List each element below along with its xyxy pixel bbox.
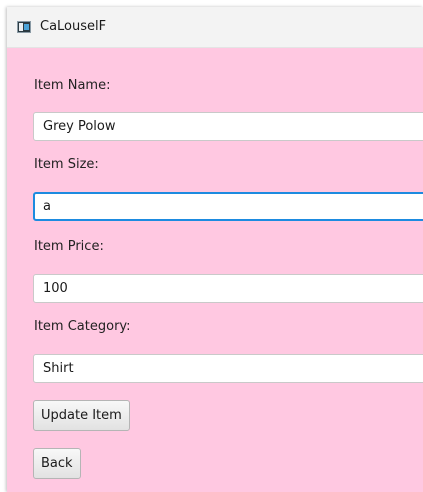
item-size-input[interactable]: a	[33, 192, 423, 221]
item-price-label: Item Price:	[34, 239, 104, 254]
update-item-button[interactable]: Update Item	[33, 400, 130, 431]
item-price-input[interactable]: 100	[33, 274, 423, 303]
app-icon	[17, 21, 31, 33]
window-title: CaLouselF	[40, 19, 107, 34]
item-size-label: Item Size:	[34, 157, 99, 172]
back-button[interactable]: Back	[33, 448, 81, 479]
item-category-label: Item Category:	[34, 319, 131, 334]
item-category-input[interactable]: Shirt	[33, 354, 423, 383]
app-window: CaLouselF Item Name: Grey Polow Item Siz…	[7, 7, 423, 492]
item-name-input[interactable]: Grey Polow	[33, 112, 423, 141]
item-name-label: Item Name:	[34, 78, 111, 93]
title-bar[interactable]: CaLouselF	[7, 7, 423, 48]
